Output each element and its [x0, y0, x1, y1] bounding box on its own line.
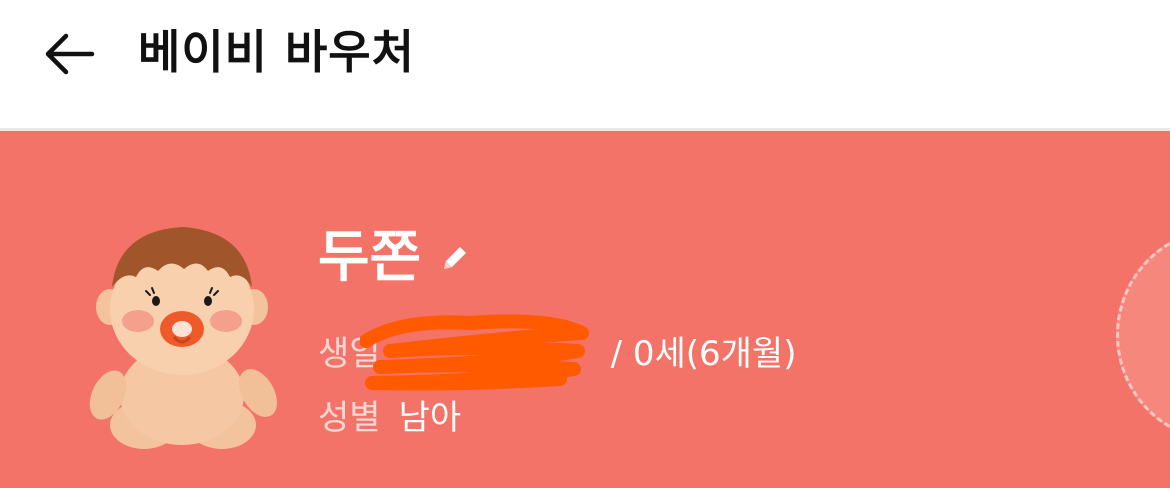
page-title: 베이비 바우처: [138, 25, 415, 79]
edit-name-button[interactable]: [435, 238, 475, 278]
gender-row: 성별 남아: [318, 395, 461, 441]
gender-label: 성별: [318, 398, 381, 438]
gender-value: 남아: [398, 398, 462, 438]
baby-name: 두쫀: [318, 225, 422, 290]
baby-profile-card: 두쫀 생일 / 0세(6개월) 성별 남아: [0, 131, 1170, 488]
arrow-left-icon: [45, 33, 95, 75]
top-bar: 베이비 바우처: [0, 0, 1170, 128]
baby-name-row: 두쫀: [318, 223, 475, 293]
baby-avatar-icon: [89, 227, 277, 449]
pencil-icon: [444, 247, 467, 269]
redaction-scribble: [360, 314, 589, 391]
voucher-progress-circle: [1116, 227, 1170, 443]
back-button[interactable]: [36, 22, 100, 86]
birth-value: / 0세(6개월): [610, 334, 797, 374]
